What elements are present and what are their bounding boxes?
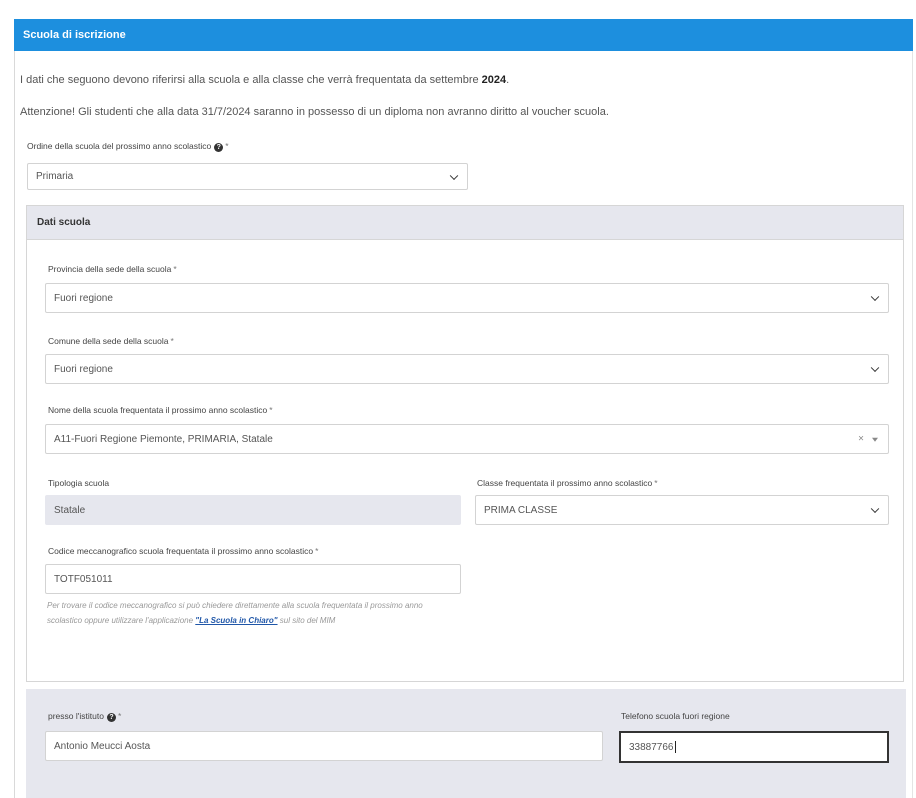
nome-scuola-label: Nome della scuola frequentata il prossim… (48, 405, 273, 415)
scuola-in-chiaro-link[interactable]: "La Scuola in Chiaro" (195, 616, 277, 625)
presso-input-value: Antonio Meucci Aosta (54, 740, 151, 752)
clear-icon[interactable]: × (858, 434, 864, 445)
nome-scuola-select[interactable]: A11-Fuori Regione Piemonte, PRIMARIA, St… (45, 424, 889, 454)
dati-scuola-header: Dati scuola (27, 206, 903, 240)
tipologia-label: Tipologia scuola (48, 478, 110, 488)
section-title: Scuola di iscrizione (23, 29, 126, 41)
question-circle-icon[interactable]: ? (106, 713, 116, 722)
frame-left-border (14, 51, 15, 798)
intro-year: 2024 (481, 74, 507, 86)
codice-input[interactable]: TOTF051011 (45, 564, 461, 594)
chevron-down-icon (870, 363, 880, 373)
chevron-down-icon (449, 171, 459, 180)
question-circle-icon[interactable]: ? (214, 143, 224, 152)
provincia-label: Provincia della sede della scuola * (48, 264, 177, 274)
section-header: Scuola di iscrizione (14, 19, 913, 51)
chevron-down-icon (870, 504, 880, 514)
provincia-select-value: Fuori regione (54, 292, 113, 304)
nome-scuola-select-value: A11-Fuori Regione Piemonte, PRIMARIA, St… (54, 433, 273, 445)
comune-select-value: Fuori regione (54, 363, 113, 375)
provincia-select[interactable]: Fuori regione (45, 283, 889, 313)
codice-input-value: TOTF051011 (54, 573, 113, 585)
classe-select-value: PRIMA CLASSE (484, 504, 558, 516)
text-cursor (674, 741, 676, 753)
tipologia-value: Statale (54, 504, 86, 516)
telefono-input[interactable]: 33887766 (619, 731, 889, 763)
dati-scuola-title: Dati scuola (37, 217, 91, 228)
comune-select[interactable]: Fuori regione (45, 354, 889, 384)
intro-line-1: I dati che seguono devono riferirsi alla… (20, 74, 510, 86)
presso-input[interactable]: Antonio Meucci Aosta (45, 731, 603, 761)
intro-line-2: Attenzione! Gli studenti che alla data 3… (20, 106, 609, 118)
telefono-label: Telefono scuola fuori regione (621, 711, 730, 721)
frame-right-border (912, 51, 913, 798)
ordine-select[interactable]: Primaria (27, 163, 468, 190)
codice-help-text: Per trovare il codice meccanografico si … (47, 601, 423, 625)
codice-label: Codice meccanografico scuola frequentata… (48, 546, 319, 556)
classe-label: Classe frequentata il prossimo anno scol… (477, 478, 658, 488)
comune-label: Comune della sede della scuola * (48, 336, 174, 346)
caret-down-icon (872, 437, 878, 442)
ordine-select-value: Primaria (36, 171, 74, 182)
presso-label: presso l'istituto? * (48, 711, 122, 722)
telefono-input-value: 33887766 (629, 741, 674, 753)
chevron-down-icon (870, 292, 880, 302)
ordine-label: Ordine della scuola del prossimo anno sc… (27, 141, 229, 152)
classe-select[interactable]: PRIMA CLASSE (475, 495, 889, 525)
tipologia-field: Statale (45, 495, 461, 525)
